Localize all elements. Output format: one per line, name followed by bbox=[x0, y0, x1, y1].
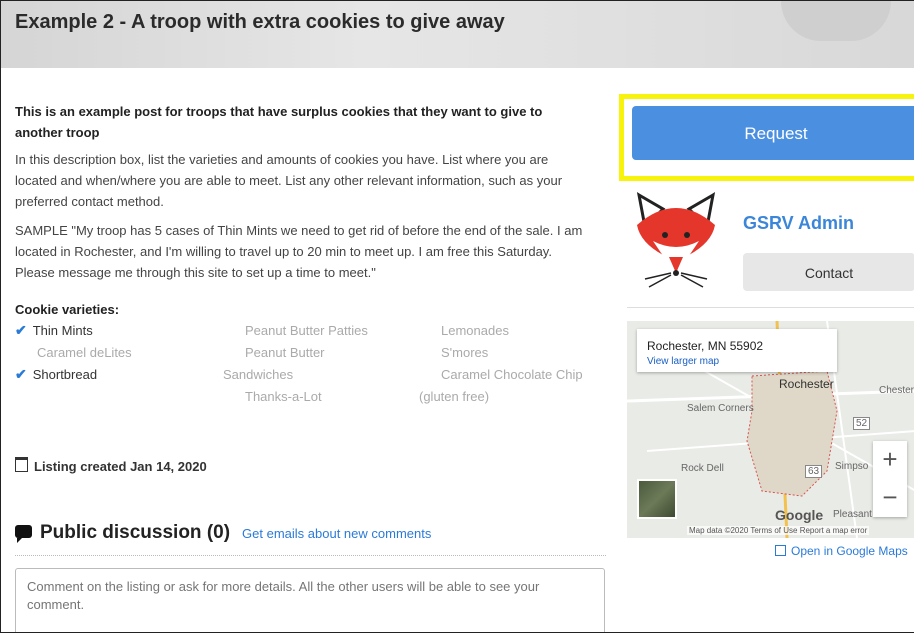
cookie-varieties-label: Cookie varieties: bbox=[15, 302, 120, 317]
sidebar-divider bbox=[627, 307, 914, 308]
variety-caramel-chocolate-chip: Caramel Chocolate Chip bbox=[441, 367, 583, 382]
map-label: Chester bbox=[879, 385, 914, 396]
map-info-card: Rochester, MN 55902 View larger map bbox=[637, 329, 837, 372]
check-icon: ✔ bbox=[15, 322, 27, 338]
listing-created: Listing created Jan 14, 2020 bbox=[15, 457, 207, 474]
contact-button[interactable]: Contact bbox=[743, 253, 914, 291]
variety-lemonades: Lemonades bbox=[441, 323, 509, 338]
variety-thanks-a-lot: Thanks-a-Lot bbox=[245, 389, 322, 404]
highway-shield-icon: 63 bbox=[805, 465, 823, 478]
highway-shield-icon: 52 bbox=[853, 417, 871, 430]
check-icon: ✔ bbox=[15, 366, 27, 382]
variety-peanut-butter: Peanut Butter bbox=[245, 345, 325, 360]
map-attribution[interactable]: Map data ©2020 Terms of Use Report a map… bbox=[687, 526, 870, 535]
cookie-varieties-list: ✔ Thin Mints Peanut Butter Patties Lemona… bbox=[15, 320, 590, 412]
page-frame: Example 2 - A troop with extra cookies t… bbox=[0, 0, 914, 633]
variety-peanut-butter-patties: Peanut Butter Patties bbox=[245, 323, 368, 338]
map-label: Simpso bbox=[835, 461, 869, 472]
variety-thin-mints: ✔ Thin Mints bbox=[15, 322, 93, 338]
post-description: In this description box, list the variet… bbox=[15, 152, 563, 209]
request-highlight: Request bbox=[619, 94, 914, 181]
satellite-toggle[interactable] bbox=[637, 479, 677, 519]
author-name[interactable]: GSRV Admin bbox=[743, 213, 854, 234]
comment-input[interactable] bbox=[15, 568, 605, 632]
post-body: This is an example post for troops that … bbox=[15, 101, 590, 412]
post-sample: SAMPLE "My troop has 5 cases of Thin Min… bbox=[15, 223, 583, 280]
map-label: Rochester bbox=[779, 377, 834, 391]
external-link-icon bbox=[775, 545, 786, 556]
google-logo: Google bbox=[775, 507, 824, 523]
view-larger-map-link[interactable]: View larger map bbox=[647, 356, 719, 367]
email-notifications-link[interactable]: Get emails about new comments bbox=[242, 526, 431, 541]
comment-bubble-icon bbox=[15, 525, 32, 543]
map-place: Rochester, MN 55902 bbox=[647, 339, 764, 353]
open-in-google-maps-link[interactable]: Open in Google Maps bbox=[775, 544, 908, 558]
variety-gluten-free: (gluten free) bbox=[419, 389, 490, 404]
variety-sandwiches: Sandwiches bbox=[223, 367, 294, 382]
zoom-out-button[interactable]: − bbox=[873, 479, 907, 517]
map-zoom-control: + − bbox=[873, 441, 907, 517]
fox-avatar-icon bbox=[636, 192, 716, 288]
calendar-icon bbox=[15, 457, 28, 472]
map-label: Rock Dell bbox=[681, 463, 724, 474]
post-lead: This is an example post for troops that … bbox=[15, 104, 543, 140]
hero-decoration bbox=[781, 1, 891, 41]
variety-caramel-delites: Caramel deLites bbox=[37, 345, 132, 360]
hero-banner: Example 2 - A troop with extra cookies t… bbox=[1, 1, 914, 68]
discussion-header: Public discussion (0) Get emails about ne… bbox=[15, 522, 606, 556]
variety-shortbread: ✔ Shortbread bbox=[15, 366, 98, 382]
discussion-title: Public discussion (0) bbox=[40, 522, 231, 543]
map-label: Salem Corners bbox=[687, 403, 754, 414]
variety-smores: S'mores bbox=[441, 345, 489, 360]
zoom-in-button[interactable]: + bbox=[873, 441, 907, 479]
page-title: Example 2 - A troop with extra cookies t… bbox=[15, 11, 505, 33]
map-embed[interactable]: Rochester, MN 55902 View larger map Roch… bbox=[627, 321, 914, 538]
request-button[interactable]: Request bbox=[632, 106, 914, 160]
